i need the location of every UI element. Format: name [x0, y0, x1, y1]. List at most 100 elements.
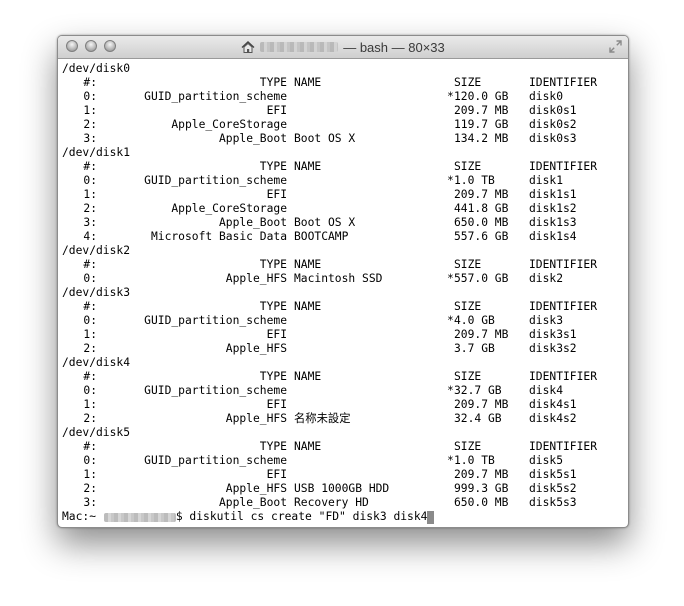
- partition-identifier: disk3s2: [529, 342, 577, 355]
- table-row: 1: EFI 209.7 MB disk3s1: [62, 328, 628, 342]
- partition-type: Apple_HFS: [225, 482, 287, 495]
- table-row: 3: Apple_Boot Recovery HD 650.0 MB disk5s3: [62, 496, 628, 510]
- partition-number: 3:: [83, 216, 97, 229]
- header-identifier: IDENTIFIER: [529, 160, 598, 173]
- partition-name: Macintosh SSD: [294, 272, 383, 285]
- command-prompt[interactable]: Mac:~ $ diskutil cs create "FD" disk3 di…: [62, 510, 628, 524]
- table-row: 2: Apple_CoreStorage 441.8 GB disk1s2: [62, 202, 628, 216]
- partition-size: 4.0 GB: [454, 314, 495, 327]
- partition-size: 441.8 GB: [454, 202, 509, 215]
- whole-disk-marker: [447, 118, 454, 132]
- header-type: TYPE: [259, 258, 287, 271]
- partition-size: 557.6 GB: [454, 230, 509, 243]
- device-path: /dev/disk0: [62, 62, 131, 75]
- partition-type: EFI: [266, 188, 287, 201]
- partition-type: Apple_Boot: [218, 496, 287, 509]
- partition-name: Recovery HD: [294, 496, 369, 509]
- header-num: #:: [83, 160, 97, 173]
- partition-number: 0:: [83, 384, 97, 397]
- whole-disk-marker: [447, 230, 454, 244]
- partition-name: 名称未設定: [294, 412, 351, 425]
- partition-type: EFI: [266, 328, 287, 341]
- home-icon: [241, 41, 255, 53]
- header-name: NAME: [294, 440, 322, 453]
- partition-size: 650.0 MB: [454, 496, 509, 509]
- whole-disk-marker: [447, 342, 454, 356]
- device-path: /dev/disk4: [62, 356, 131, 369]
- partition-type: GUID_partition_scheme: [144, 384, 287, 397]
- partition-size: 32.7 GB: [454, 384, 502, 397]
- partition-name: [287, 468, 447, 482]
- partition-size: 557.0 GB: [454, 272, 509, 285]
- table-row: 0: GUID_partition_scheme * 1.0 TB disk1: [62, 174, 628, 188]
- partition-size: 999.3 GB: [454, 482, 509, 495]
- partition-name: [287, 104, 447, 118]
- partition-identifier: disk1s1: [529, 188, 577, 201]
- partition-type: Apple_HFS: [225, 272, 287, 285]
- whole-disk-marker: [447, 132, 454, 146]
- window-title-text: — bash — 80×33: [343, 39, 445, 55]
- partition-identifier: disk3: [529, 314, 564, 327]
- whole-disk-marker: [447, 188, 454, 202]
- table-row: 2: Apple_HFS USB 1000GB HDD 999.3 GB disk5s2: [62, 482, 628, 496]
- fullscreen-icon[interactable]: [609, 40, 622, 53]
- partition-size: 32.4 GB: [454, 412, 502, 425]
- header-identifier: IDENTIFIER: [529, 370, 598, 383]
- header-type: TYPE: [259, 440, 287, 453]
- whole-disk-marker: [447, 468, 454, 482]
- table-row: 2: Apple_HFS 名称未設定 32.4 GB disk4s2: [62, 412, 628, 426]
- header-name: NAME: [294, 370, 322, 383]
- partition-identifier: disk5: [529, 454, 564, 467]
- partition-identifier: disk1s3: [529, 216, 577, 229]
- partition-type: Apple_CoreStorage: [171, 118, 287, 131]
- whole-disk-marker: [447, 328, 454, 342]
- table-header: #: TYPE NAME SIZE IDENTIFIER: [62, 440, 628, 454]
- partition-type: EFI: [266, 398, 287, 411]
- partition-type: Microsoft Basic Data: [150, 230, 287, 243]
- partition-size: 120.0 GB: [454, 90, 509, 103]
- whole-disk-marker: *: [447, 174, 454, 187]
- partition-size: 3.7 GB: [454, 342, 495, 355]
- partition-type: GUID_partition_scheme: [144, 314, 287, 327]
- partition-name: Boot OS X: [294, 216, 356, 229]
- terminal-window: — bash — 80×33 /dev/disk0 #: TYPE NAME SIZE I…: [57, 35, 629, 528]
- header-type: TYPE: [259, 300, 287, 313]
- table-row: 0: GUID_partition_scheme * 4.0 GB disk3: [62, 314, 628, 328]
- header-type: TYPE: [259, 76, 287, 89]
- partition-number: 1:: [83, 398, 97, 411]
- partition-name: BOOTCAMP: [294, 230, 349, 243]
- partition-number: 0:: [83, 90, 97, 103]
- title-bar[interactable]: — bash — 80×33: [58, 36, 628, 59]
- partition-name: Boot OS X: [294, 132, 356, 145]
- partition-name: [287, 118, 447, 132]
- table-row: 0: GUID_partition_scheme * 1.0 TB disk5: [62, 454, 628, 468]
- command-text[interactable]: $ diskutil cs create "FD" disk3 disk4: [176, 510, 428, 524]
- partition-number: 0:: [83, 272, 97, 285]
- partition-size: 209.7 MB: [454, 104, 509, 117]
- table-row: 0: GUID_partition_scheme * 32.7 GB disk4: [62, 384, 628, 398]
- whole-disk-marker: *: [447, 314, 454, 327]
- table-row: 1: EFI 209.7 MB disk4s1: [62, 398, 628, 412]
- partition-type: GUID_partition_scheme: [144, 90, 287, 103]
- partition-name: [287, 314, 447, 328]
- prompt-host: Mac:~: [62, 510, 103, 523]
- table-row: 0: GUID_partition_scheme * 120.0 GB disk0: [62, 90, 628, 104]
- device-path: /dev/disk3: [62, 286, 131, 299]
- whole-disk-marker: *: [447, 454, 454, 467]
- whole-disk-marker: *: [447, 90, 454, 103]
- whole-disk-marker: [447, 496, 454, 510]
- partition-size: 119.7 GB: [454, 118, 509, 131]
- partition-size: 209.7 MB: [454, 188, 509, 201]
- header-identifier: IDENTIFIER: [529, 76, 598, 89]
- table-row: 3: Apple_Boot Boot OS X 650.0 MB disk1s3: [62, 216, 628, 230]
- partition-identifier: disk4: [529, 384, 564, 397]
- partition-identifier: disk4s2: [529, 412, 577, 425]
- terminal-output[interactable]: /dev/disk0 #: TYPE NAME SIZE IDENTIFIER 0: GUID…: [58, 59, 628, 527]
- header-num: #:: [83, 440, 97, 453]
- device-path: /dev/disk1: [62, 146, 131, 159]
- partition-identifier: disk1s4: [529, 230, 577, 243]
